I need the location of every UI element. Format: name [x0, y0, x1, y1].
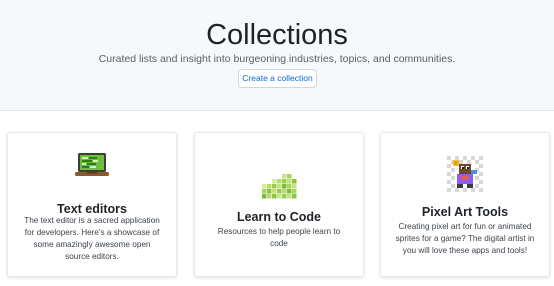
- page-subtitle: Curated lists and insight into burgeonin…: [98, 53, 456, 65]
- collection-card-text-editors[interactable]: Text editors The text editor is a sacred…: [7, 132, 177, 277]
- card-description: The text editor is a sacred application …: [24, 216, 160, 261]
- pixel-blocks-icon: [260, 174, 298, 205]
- card-description: Creating pixel art for fun or animated s…: [395, 222, 535, 255]
- collection-card-pixel-art-tools[interactable]: Pixel Art Tools Creating pixel art for f…: [380, 132, 550, 277]
- card-title: Pixel Art Tools: [421, 205, 509, 219]
- collection-card-learn-to-code[interactable]: Learn to Code Resources to help people l…: [194, 132, 364, 277]
- card-title: Learn to Code: [236, 210, 322, 224]
- laptop-icon: [75, 152, 109, 184]
- card-description: Resources to help people learn to code: [217, 227, 341, 248]
- create-collection-button[interactable]: Create a collection: [238, 69, 317, 88]
- hero-section: Collections Curated lists and insight in…: [0, 0, 554, 111]
- pixel-art-icon: [447, 156, 483, 197]
- page-title: Collections: [206, 19, 348, 51]
